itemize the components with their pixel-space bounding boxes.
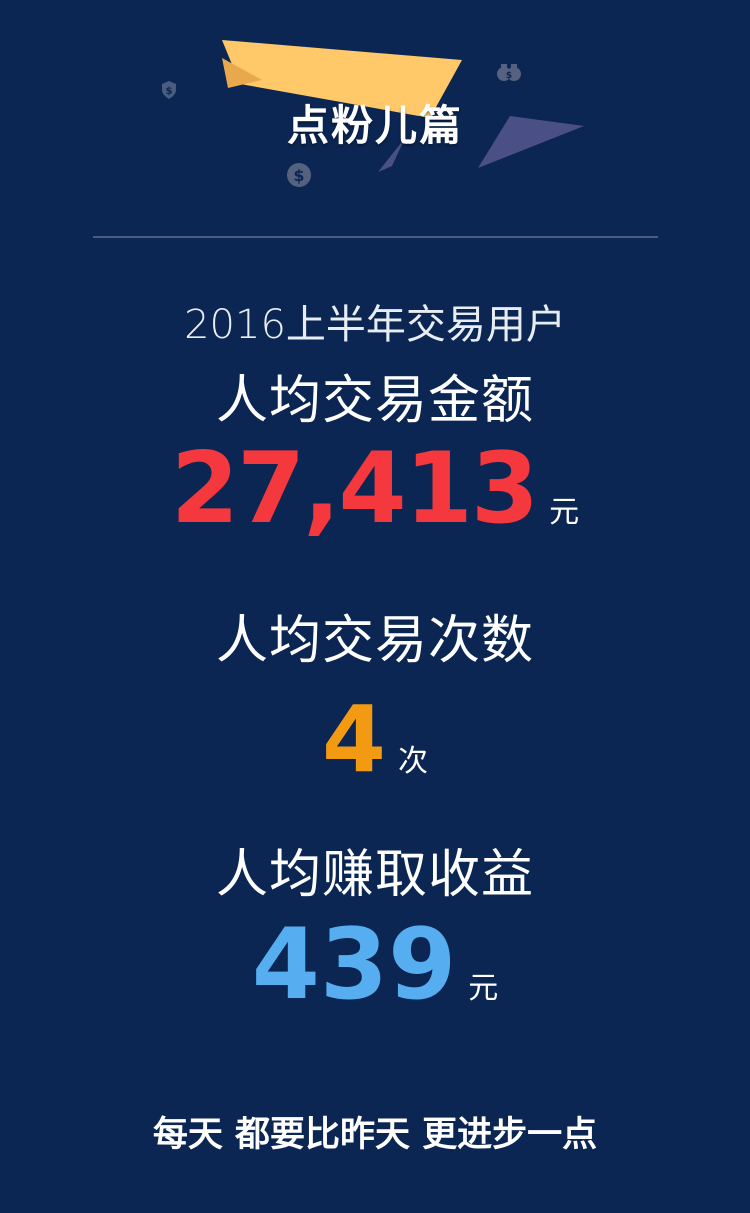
metric-unit-avg-earnings: 元 [468,971,499,1006]
dollar-coin-icon: $ [287,163,311,187]
footer-slogan: 每天 都要比昨天 更进步一点 [152,1115,598,1155]
metric-label-avg-amount: 人均交易金额 [215,371,534,431]
metric-unit-avg-count: 次 [398,744,428,779]
svg-text:$: $ [506,71,512,81]
metric-value-row-avg-earnings: 439 元 [0,908,750,1022]
metric-value-avg-amount: 27,413 [170,432,539,546]
metric-value-row-avg-count: 4次 [0,686,750,793]
header-banner: $ $ $ 点粉儿篇 [0,0,750,240]
metric-label-avg-count: 人均交易次数 [215,611,534,671]
svg-text:$: $ [293,166,304,185]
metric-unit-avg-amount: 元 [549,495,580,530]
metric-value-avg-count: 4 [321,686,386,793]
subtitle: 2016上半年交易用户 [184,302,566,348]
metric-value-avg-earnings: 439 [251,908,457,1022]
metric-label-avg-earnings: 人均赚取收益 [215,845,534,905]
metric-value-row-avg-amount: 27,413 元 [0,432,750,546]
divider [93,236,658,238]
money-bags-icon: $ [497,64,521,81]
page-title: 点粉儿篇 [286,101,463,150]
page: $ $ $ 点粉儿篇 2016上半年交易用户 人均交易金额 27,413 元 人均… [0,0,750,1213]
